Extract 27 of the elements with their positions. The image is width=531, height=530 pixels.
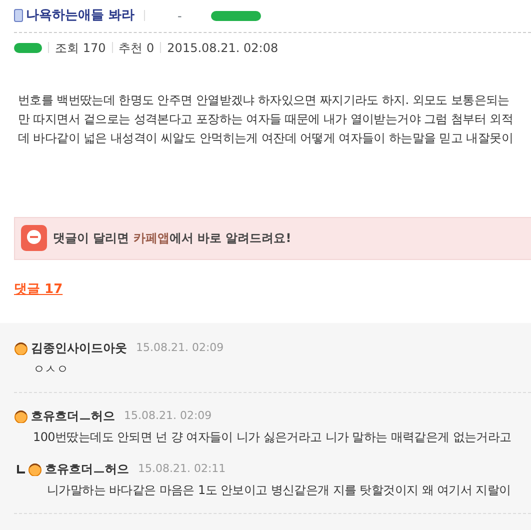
body-text-line: 만 따지면서 겉으로는 성격본다고 포장하는 여자들 때문에 내가 열이받는거야 그럼 첨부터 외적 bbox=[18, 110, 514, 128]
redaction-mark bbox=[14, 42, 42, 54]
avatar-icon bbox=[14, 341, 28, 355]
phone-icon bbox=[14, 9, 23, 22]
redaction-mark bbox=[210, 10, 261, 22]
comment-author: 흐유흐더ㅡ허으 bbox=[31, 408, 115, 425]
avatar-icon bbox=[14, 409, 28, 423]
notice-text: 댓글이 달리면 카페앱에서 바로 알려드려요! bbox=[53, 230, 292, 247]
comment-text: 니가말하는 바다같은 마음은 1도 안보이고 병신같은개 지를 탓할것이지 왜 여기서 지랄이 bbox=[46, 482, 512, 499]
like-count: 추천 0 bbox=[118, 40, 154, 56]
reply-corner-icon bbox=[17, 464, 25, 474]
comment-time: 15.08.21. 02:09 bbox=[136, 340, 224, 356]
comment-time: 15.08.21. 02:09 bbox=[124, 408, 212, 424]
comment-time: 15.08.21. 02:11 bbox=[138, 460, 226, 477]
comment-author: 김종인사이드아웃 bbox=[31, 340, 127, 357]
body-text-line: 데 바다같이 넓은 내성격이 씨알도 안먹히는게 여잔데 어떻게 여자들이 하는말을 믿고 내잘못이 bbox=[18, 130, 514, 146]
comment-text: 100번땄는데도 안되면 넌 걍 여자들이 니가 싫은거라고 니가 말하는 매력같은게 없는거라고 bbox=[32, 429, 512, 446]
comment-text: ㅇㅅㅇ bbox=[32, 361, 70, 378]
view-count: 조회 170 bbox=[55, 40, 106, 56]
separator-text: - bbox=[178, 8, 182, 25]
comment-count-link[interactable]: 댓글 17 bbox=[14, 280, 63, 299]
cafe-app-icon bbox=[21, 225, 47, 251]
post-title: 나욕하는애들 봐라 bbox=[26, 7, 135, 25]
post-date: 2015.08.21. 02:08 bbox=[167, 40, 278, 56]
avatar-icon bbox=[28, 462, 42, 476]
comment-author: 흐유흐더ㅡ허으 bbox=[45, 461, 129, 478]
body-text-line: 번호를 백번땄는데 한명도 안주면 안열받겠냐 하자있으면 짜지기라도 하지. 외모도 보통은되는 bbox=[18, 92, 510, 108]
